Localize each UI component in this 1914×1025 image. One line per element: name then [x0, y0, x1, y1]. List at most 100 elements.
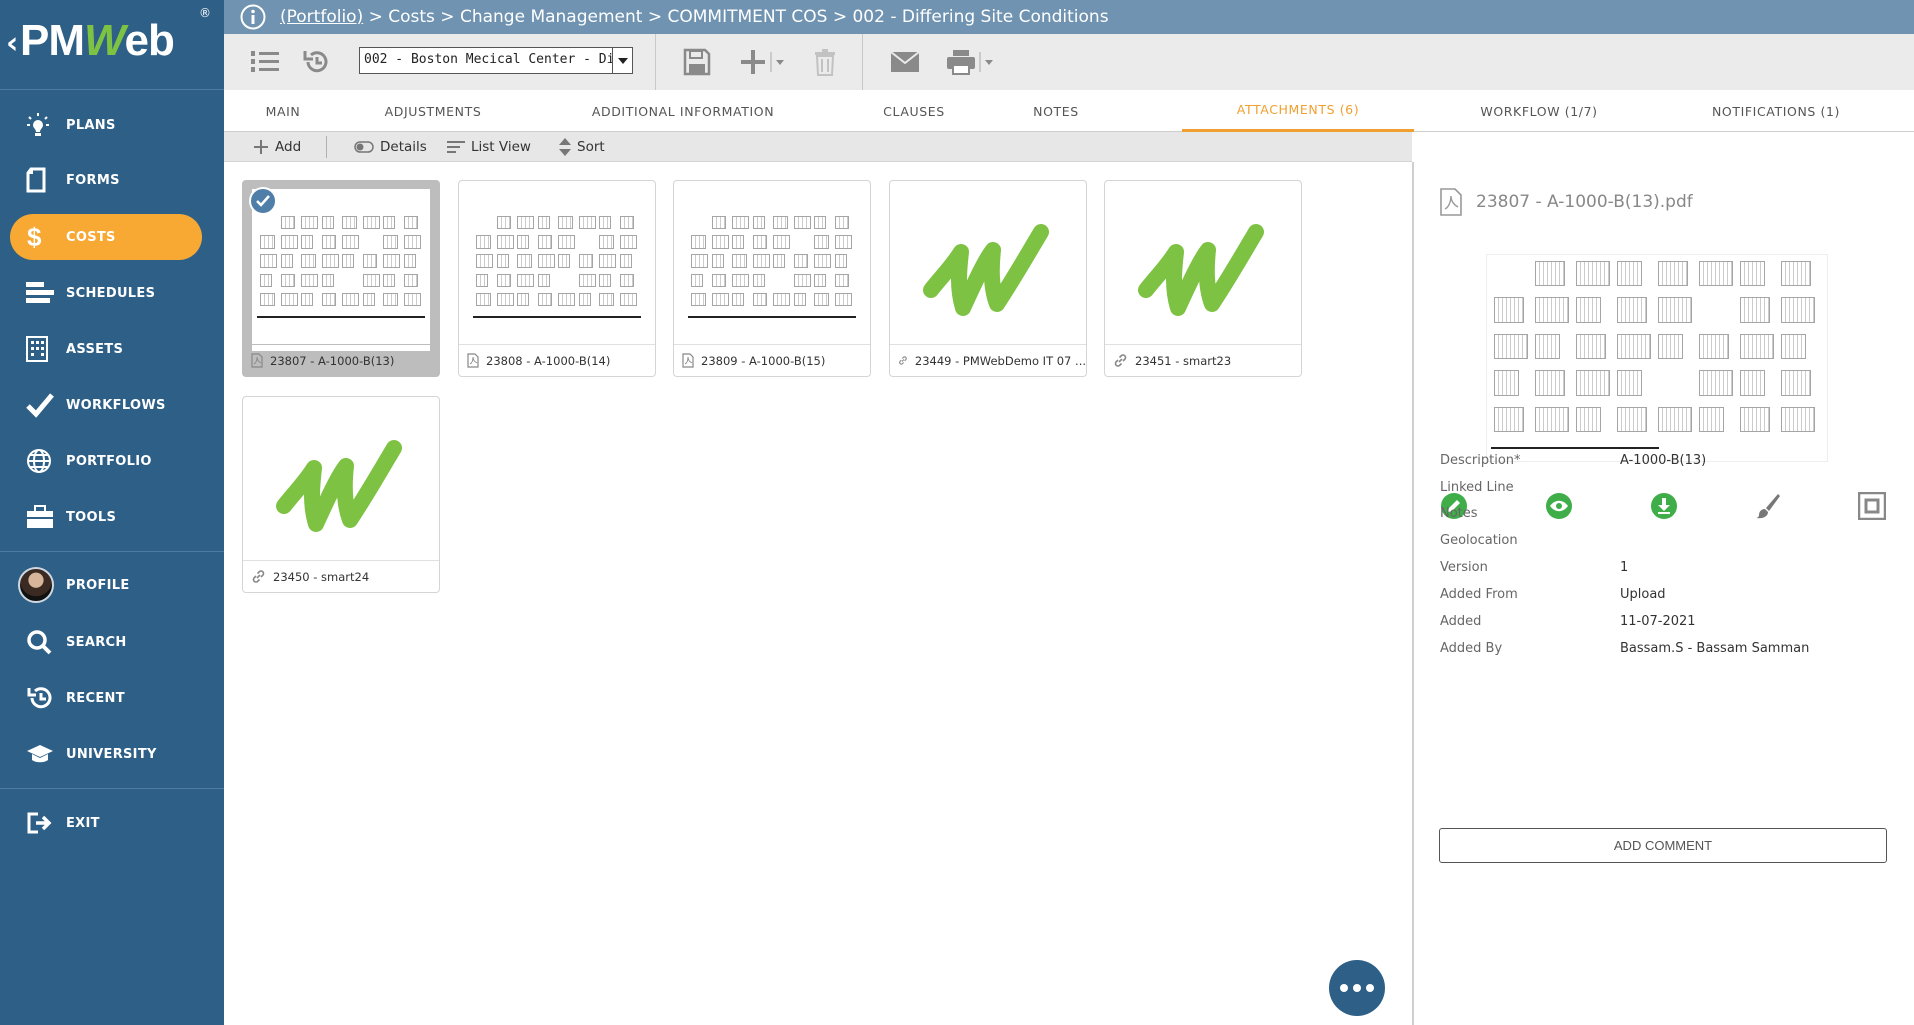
attachment-card[interactable]: 23451 - smart23 — [1104, 180, 1302, 377]
drawing-detail — [280, 292, 298, 307]
detail-value: A-1000-B(13) — [1620, 453, 1707, 468]
breadcrumb-portfolio-link[interactable]: (Portfolio) — [280, 7, 363, 27]
tab-workflow[interactable]: WORKFLOW (1/7) — [1420, 90, 1658, 132]
drawing-detail — [793, 216, 811, 230]
list-view-button[interactable]: List View — [447, 132, 531, 162]
info-icon[interactable] — [240, 4, 266, 30]
drawing-detail — [558, 216, 573, 230]
drawing-detail — [403, 235, 421, 249]
drawing-detail — [403, 273, 419, 288]
save-icon[interactable] — [680, 44, 714, 80]
sidebar-item-profile[interactable]: PROFILE — [10, 562, 202, 608]
drawing-detail — [1617, 261, 1642, 287]
drawing-detail — [834, 292, 852, 307]
link-icon — [899, 356, 907, 365]
back-chevron-icon[interactable]: ‹ — [6, 26, 18, 61]
attachment-card[interactable]: 23807 - A-1000-B(13) — [242, 180, 440, 377]
print-icon[interactable] — [946, 44, 1002, 80]
tab-adjustments[interactable]: ADJUSTMENTS — [342, 90, 524, 132]
sidebar-divider — [0, 89, 224, 90]
drawing-detail — [537, 292, 553, 307]
drawing-detail — [773, 254, 786, 268]
sidebar-item-portfolio[interactable]: PORTFOLIO — [10, 438, 202, 484]
drawing-detail — [517, 254, 532, 268]
drawing-detail — [403, 254, 416, 268]
detail-key: Version — [1440, 560, 1488, 575]
drawing-detail — [280, 235, 298, 249]
detail-key: Geolocation — [1440, 533, 1518, 548]
lightbulb-icon — [18, 112, 66, 138]
drawing-detail — [537, 254, 555, 268]
drawing-detail — [517, 273, 535, 288]
drawing-detail — [814, 292, 829, 307]
attachments-toolbar: Add Details List View Sort — [224, 132, 1412, 162]
add-icon[interactable] — [739, 44, 791, 80]
sidebar-item-workflows[interactable]: WORKFLOWS — [10, 382, 202, 428]
sidebar-item-university[interactable]: UNIVERSITY — [10, 731, 202, 777]
sidebar-item-label: UNIVERSITY — [66, 746, 157, 762]
sidebar-item-label: TOOLS — [66, 509, 117, 525]
attachment-filename: 23807 - A-1000-B(13).pdf — [1476, 192, 1693, 212]
breadcrumb: (Portfolio) > Costs > Change Management … — [280, 7, 1109, 27]
email-icon[interactable] — [888, 44, 922, 80]
sidebar-item-exit[interactable]: EXIT — [10, 800, 202, 846]
attachment-name: 23449 - PMWebDemo IT 07 ... — [914, 353, 1086, 368]
drawing-detail — [1781, 297, 1816, 323]
record-selector[interactable]: 002 - Boston Mecical Center - Differ — [359, 47, 633, 74]
sort-button[interactable]: Sort — [559, 132, 605, 162]
link-icon — [252, 570, 265, 583]
sidebar-item-label: SEARCH — [66, 634, 127, 650]
tab-main[interactable]: MAIN — [224, 90, 342, 132]
tab-notifications[interactable]: NOTIFICATIONS (1) — [1658, 90, 1894, 132]
details-toggle[interactable]: Details — [354, 132, 427, 162]
drawing-detail — [1740, 370, 1765, 396]
tab-attachments[interactable]: ATTACHMENTS (6) — [1182, 90, 1414, 132]
history-icon[interactable] — [299, 44, 333, 80]
drawing-detail — [1576, 261, 1611, 287]
pmweb-logo[interactable]: ‹ PMWeb ® — [0, 0, 224, 90]
drawing-detail — [496, 254, 509, 268]
sidebar-item-recent[interactable]: RECENT — [10, 675, 202, 721]
drawing-detail — [711, 292, 729, 307]
drawing-detail — [362, 216, 380, 230]
drawing-detail — [301, 292, 314, 307]
more-actions-button[interactable] — [1329, 960, 1385, 1016]
attachment-card[interactable]: 23809 - A-1000-B(15) — [673, 180, 871, 377]
chevron-down-icon[interactable] — [612, 48, 632, 73]
drawing-detail — [558, 254, 571, 268]
drawing-detail — [321, 235, 337, 249]
drawing-detail — [1576, 297, 1601, 323]
pdf-file-icon — [251, 353, 263, 368]
dot-icon — [1353, 984, 1361, 992]
drawing-detail — [1781, 406, 1816, 433]
sidebar-item-label: SCHEDULES — [66, 285, 156, 301]
attachment-card[interactable]: 23450 - smart24 — [242, 396, 440, 593]
tab-additional-information[interactable]: ADDITIONAL INFORMATION — [524, 90, 842, 132]
drawing-sheet — [253, 210, 429, 330]
attachment-caption: 23451 - smart23 — [1105, 344, 1301, 376]
attachment-card[interactable]: 23449 - PMWebDemo IT 07 ... — [889, 180, 1087, 377]
drawing-detail — [342, 254, 355, 268]
sidebar-item-assets[interactable]: ASSETS — [10, 326, 202, 372]
add-attachment-button[interactable]: Add — [253, 132, 301, 162]
add-comment-button[interactable]: ADD COMMENT — [1439, 828, 1887, 863]
attachment-preview[interactable] — [1486, 254, 1828, 462]
tab-notes[interactable]: NOTES — [986, 90, 1126, 132]
sidebar-item-search[interactable]: SEARCH — [10, 619, 202, 665]
sidebar-item-forms[interactable]: FORMS — [10, 157, 202, 203]
delete-icon[interactable] — [810, 44, 840, 80]
drawing-detail — [558, 235, 576, 249]
list-icon[interactable] — [248, 44, 282, 80]
tab-clauses[interactable]: CLAUSES — [842, 90, 986, 132]
drawing-detail — [383, 216, 396, 230]
sidebar-item-costs[interactable]: $ COSTS — [10, 214, 202, 260]
drawing-detail — [1658, 261, 1688, 287]
drawing-detail — [260, 292, 275, 307]
attachment-card[interactable]: 23808 - A-1000-B(14) — [458, 180, 656, 377]
drawing-detail — [1617, 297, 1647, 323]
sidebar-item-plans[interactable]: PLANS — [10, 102, 202, 148]
detail-key: Linked Line — [1440, 480, 1514, 495]
sidebar-item-schedules[interactable]: SCHEDULES — [10, 270, 202, 316]
sidebar-item-tools[interactable]: TOOLS — [10, 494, 202, 540]
check-icon[interactable] — [249, 187, 277, 215]
